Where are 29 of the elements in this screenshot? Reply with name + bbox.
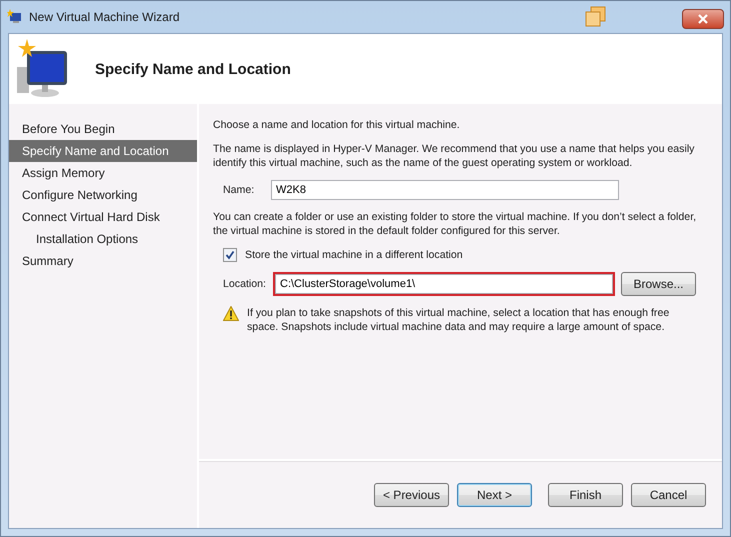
page-title: Specify Name and Location bbox=[95, 60, 291, 78]
wizard-step[interactable]: Before You Begin bbox=[9, 118, 197, 140]
name-label: Name: bbox=[223, 184, 256, 196]
wizard-step[interactable]: Assign Memory bbox=[9, 162, 197, 184]
wizard-button[interactable]: Next > bbox=[457, 483, 532, 507]
close-button[interactable] bbox=[682, 9, 724, 29]
browse-button[interactable]: Browse... bbox=[621, 272, 696, 296]
name-help-text: The name is displayed in Hyper-V Manager. We recommend that you use a name that helps you easily identify this virtual machine, such as the name of the guest operating system or workload. bbox=[213, 142, 696, 170]
window-title: New Virtual Machine Wizard bbox=[29, 10, 180, 24]
folder-help-text: You can create a folder or use an existing folder to store the virtual machine. If you don’t select a folder, the virtual machine is stored in the default folder configured for this server. bbox=[213, 210, 698, 238]
location-field[interactable]: C:\ClusterStorage\volume1\ bbox=[275, 274, 613, 294]
windows-icon bbox=[585, 6, 607, 28]
wizard-step[interactable]: Summary bbox=[9, 250, 197, 272]
name-field[interactable]: W2K8 bbox=[271, 180, 619, 200]
store-checkbox-label: Store the virtual machine in a different location bbox=[245, 249, 463, 261]
wizard-step[interactable]: Installation Options bbox=[9, 228, 197, 250]
warning-text: If you plan to take snapshots of this virtual machine, select a location that has enough free space. Snapshots include virtual machine data and may require a large amount of space. bbox=[247, 306, 670, 334]
wizard-button[interactable]: Cancel bbox=[631, 483, 706, 507]
wizard-step[interactable]: Configure Networking bbox=[9, 184, 197, 206]
wizard-button[interactable]: Finish bbox=[548, 483, 623, 507]
warning-icon bbox=[223, 306, 239, 321]
wizard-step[interactable]: Connect Virtual Hard Disk bbox=[9, 206, 197, 228]
location-label: Location: bbox=[223, 278, 267, 290]
wizard-button[interactable]: < Previous bbox=[374, 483, 449, 507]
computer-icon bbox=[7, 9, 23, 25]
intro-text: Choose a name and location for this virtual machine. bbox=[213, 118, 461, 132]
close-icon bbox=[697, 14, 709, 24]
wizard-step[interactable]: Specify Name and Location bbox=[9, 140, 197, 162]
store-checkbox[interactable] bbox=[223, 248, 237, 262]
